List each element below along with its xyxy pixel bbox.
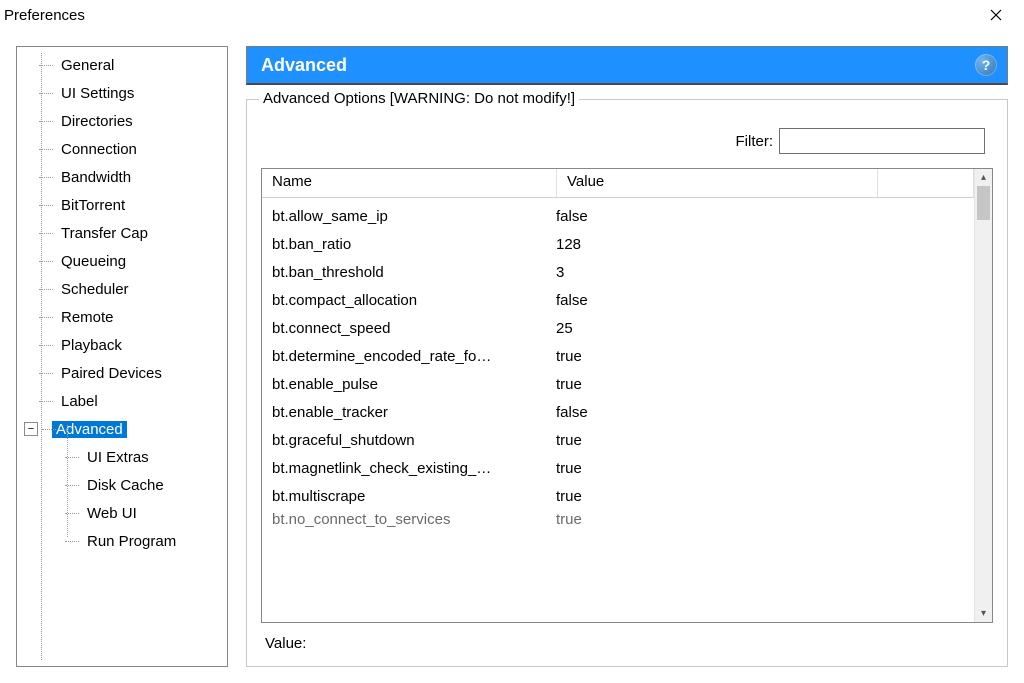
close-button[interactable] — [976, 1, 1016, 29]
window-title: Preferences — [4, 7, 976, 24]
column-value[interactable]: Value — [557, 169, 878, 197]
list-item[interactable]: bt.enable_trackerfalse — [262, 398, 974, 426]
scroll-thumb[interactable] — [977, 186, 990, 220]
list-item[interactable]: bt.multiscrapetrue — [262, 482, 974, 510]
tree-item-general[interactable]: General — [21, 51, 227, 79]
scrollbar[interactable]: ▴ ▾ — [974, 169, 992, 622]
tree-item-playback[interactable]: Playback — [21, 331, 227, 359]
close-icon — [990, 9, 1002, 21]
group-legend: Advanced Options [WARNING: Do not modify… — [259, 90, 579, 107]
help-icon[interactable]: ? — [975, 54, 997, 76]
list-item[interactable]: bt.determine_encoded_rate_fo…true — [262, 342, 974, 370]
category-tree: General UI Settings Directories Connecti… — [16, 46, 228, 667]
filter-row: Filter: — [261, 118, 993, 168]
list-item[interactable]: bt.allow_same_ipfalse — [262, 202, 974, 230]
column-name[interactable]: Name — [262, 169, 557, 197]
tree-item-run-program[interactable]: Run Program — [21, 527, 227, 555]
scroll-up-icon[interactable]: ▴ — [975, 169, 992, 186]
options-listview: Name Value bt.allow_same_ipfalse bt.ban_… — [261, 168, 993, 623]
list-item[interactable]: bt.connect_speed25 — [262, 314, 974, 342]
tree-item-bandwidth[interactable]: Bandwidth — [21, 163, 227, 191]
list-item[interactable]: bt.ban_threshold3 — [262, 258, 974, 286]
tree-item-label[interactable]: Label — [21, 387, 227, 415]
listview-body: bt.allow_same_ipfalse bt.ban_ratio128 bt… — [262, 198, 974, 622]
listview-header: Name Value — [262, 169, 974, 198]
tree-item-remote[interactable]: Remote — [21, 303, 227, 331]
tree-item-ui-settings[interactable]: UI Settings — [21, 79, 227, 107]
list-item[interactable]: bt.enable_pulsetrue — [262, 370, 974, 398]
tree-item-directories[interactable]: Directories — [21, 107, 227, 135]
collapse-icon[interactable]: − — [24, 422, 38, 436]
titlebar: Preferences — [0, 0, 1024, 30]
section-title: Advanced — [261, 55, 975, 76]
list-item[interactable]: bt.compact_allocationfalse — [262, 286, 974, 314]
filter-label: Filter: — [736, 133, 774, 150]
list-item[interactable]: bt.magnetlink_check_existing_…true — [262, 454, 974, 482]
tree-item-connection[interactable]: Connection — [21, 135, 227, 163]
tree-item-paired-devices[interactable]: Paired Devices — [21, 359, 227, 387]
advanced-options-group: Advanced Options [WARNING: Do not modify… — [246, 99, 1008, 667]
tree-item-advanced[interactable]: − Advanced — [21, 415, 227, 443]
list-item[interactable]: bt.no_connect_to_servicestrue — [262, 510, 974, 528]
body: General UI Settings Directories Connecti… — [0, 30, 1024, 683]
scroll-down-icon[interactable]: ▾ — [975, 605, 992, 622]
tree-item-web-ui[interactable]: Web UI — [21, 499, 227, 527]
section-header: Advanced ? — [246, 46, 1008, 85]
value-label: Value: — [261, 623, 993, 652]
list-item[interactable]: bt.ban_ratio128 — [262, 230, 974, 258]
preferences-window: Preferences General UI Settings Director… — [0, 0, 1024, 683]
tree-item-ui-extras[interactable]: UI Extras — [21, 443, 227, 471]
tree-item-transfer-cap[interactable]: Transfer Cap — [21, 219, 227, 247]
tree-item-scheduler[interactable]: Scheduler — [21, 275, 227, 303]
filter-input[interactable] — [779, 128, 985, 154]
tree-item-disk-cache[interactable]: Disk Cache — [21, 471, 227, 499]
scroll-track[interactable] — [975, 186, 992, 605]
tree-item-queueing[interactable]: Queueing — [21, 247, 227, 275]
tree-item-bittorrent[interactable]: BitTorrent — [21, 191, 227, 219]
main-panel: Advanced ? Advanced Options [WARNING: Do… — [246, 46, 1008, 667]
list-item[interactable]: bt.graceful_shutdowntrue — [262, 426, 974, 454]
